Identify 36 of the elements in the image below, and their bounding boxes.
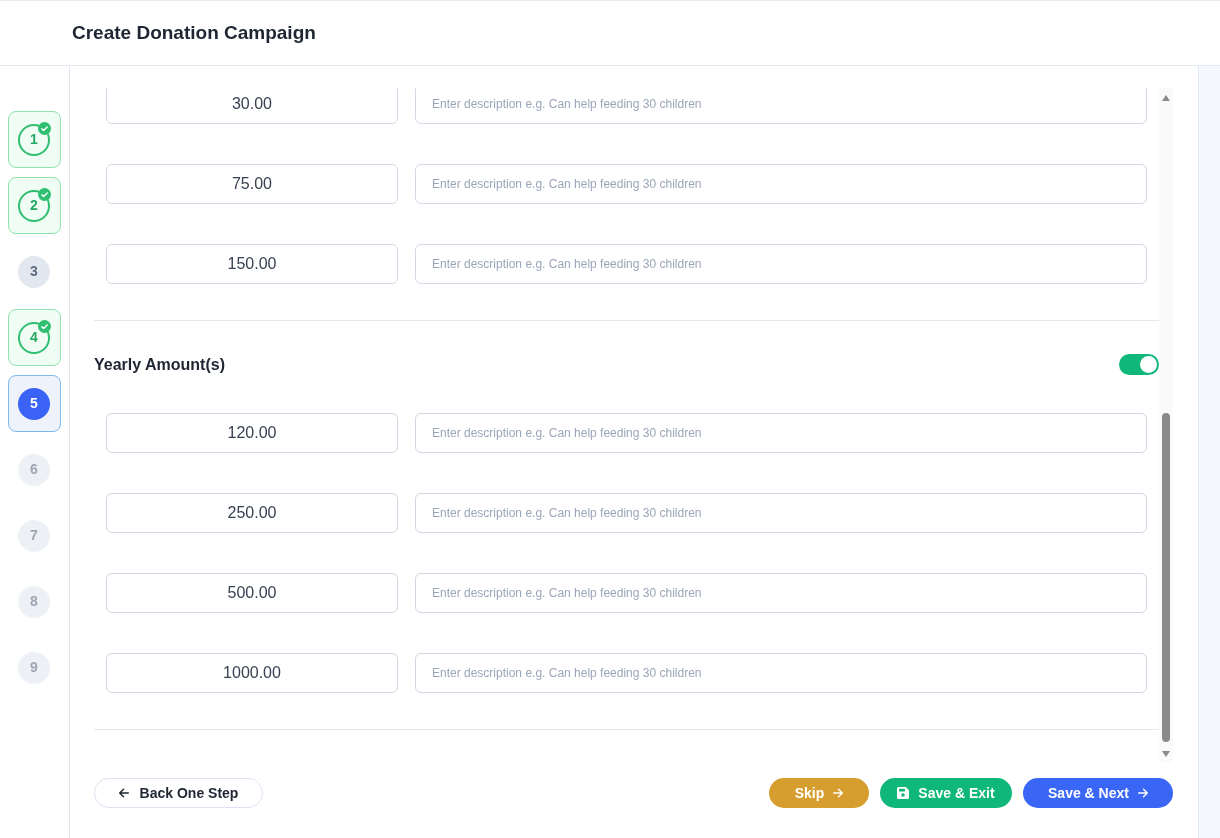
check-badge-icon [37, 188, 51, 201]
scroll-up-icon[interactable] [1162, 95, 1170, 101]
arrow-right-icon [833, 788, 844, 798]
step-button[interactable]: 3 [18, 255, 50, 288]
section-title: Yearly Amount(s) [94, 354, 225, 375]
amount-input[interactable]: 75.00 [106, 164, 398, 204]
scroll-down-icon[interactable] [1162, 751, 1170, 757]
step-button[interactable]: 2 [7, 177, 61, 234]
amount-input[interactable]: 120.00 [106, 413, 398, 453]
description-input[interactable]: Enter description e.g. Can help feeding 30 children [415, 653, 1147, 693]
description-input[interactable]: Enter description e.g. Can help feeding 30 children [415, 493, 1147, 533]
arrow-left-icon [118, 788, 129, 798]
description-input[interactable]: Enter description e.g. Can help feeding 30 children [415, 88, 1147, 124]
save-exit-button[interactable]: Save & Exit [880, 778, 1012, 808]
check-badge-icon [37, 122, 51, 135]
amount-input[interactable]: 1000.00 [106, 653, 398, 693]
back-button[interactable]: Back One Step [94, 778, 263, 808]
step-button[interactable]: 1 [7, 111, 61, 168]
amount-input[interactable]: 500.00 [106, 573, 398, 613]
description-input[interactable]: Enter description e.g. Can help feeding 30 children [415, 573, 1147, 613]
page-title: Create Donation Campaign [72, 20, 316, 45]
description-input[interactable]: Enter description e.g. Can help feeding 30 children [415, 413, 1147, 453]
amount-input[interactable]: 250.00 [106, 493, 398, 533]
amount-input[interactable]: 30.00 [106, 88, 398, 124]
description-input[interactable]: Enter description e.g. Can help feeding 30 children [415, 164, 1147, 204]
arrow-right-icon [1137, 788, 1148, 798]
scrollbar-thumb[interactable] [1162, 413, 1170, 742]
step-button[interactable]: 4 [7, 309, 61, 366]
check-badge-icon [37, 320, 51, 333]
description-input[interactable]: Enter description e.g. Can help feeding 30 children [415, 244, 1147, 284]
skip-button[interactable]: Skip [769, 778, 869, 808]
save-next-button[interactable]: Save & Next [1023, 778, 1173, 808]
amount-input[interactable]: 150.00 [106, 244, 398, 284]
step-button[interactable]: 5 [7, 375, 61, 432]
toggle-switch[interactable] [1119, 354, 1159, 375]
scrollbar[interactable] [1159, 88, 1173, 762]
